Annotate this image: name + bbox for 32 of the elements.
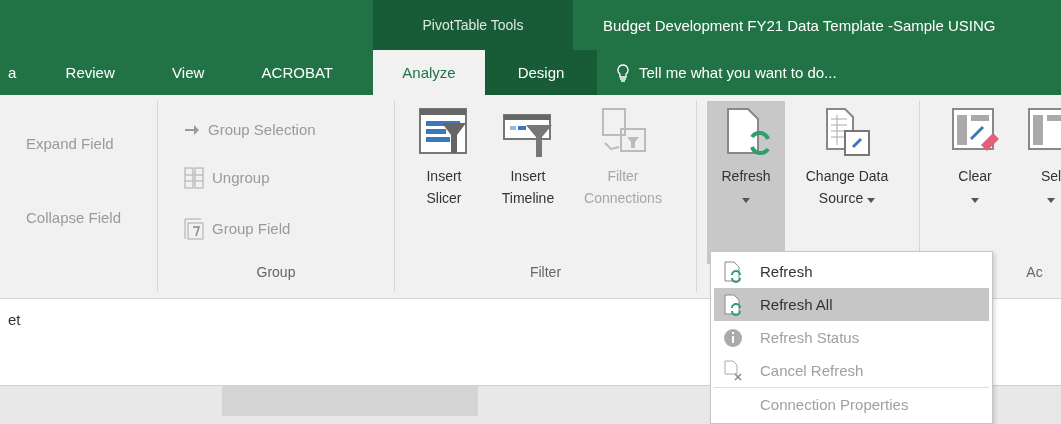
menu-item-label: Cancel Refresh bbox=[760, 362, 864, 379]
group-field-icon bbox=[184, 217, 204, 240]
group-label: Filter bbox=[529, 264, 562, 280]
ribbon-tab[interactable]: ACROBAT bbox=[241, 50, 353, 95]
refresh-icon bbox=[723, 260, 743, 283]
menu-item-label: Connection Properties bbox=[760, 396, 909, 413]
menu-item-label: Refresh bbox=[760, 263, 813, 280]
ribbon-tab[interactable]: Analyze bbox=[373, 50, 485, 95]
ribbon-button[interactable]: Insert Timeline bbox=[489, 101, 567, 264]
context-label: PivotTable Tools bbox=[373, 0, 573, 50]
ribbon-tab[interactable]: Design bbox=[485, 50, 597, 95]
formula-text: et bbox=[8, 311, 21, 328]
ribbon-tab[interactable]: View bbox=[152, 50, 225, 95]
ribbon-button[interactable]: Refresh bbox=[707, 101, 785, 264]
group-label: Group bbox=[256, 264, 296, 280]
ribbon-button[interactable]: Insert Slicer bbox=[405, 101, 483, 264]
cancel-refresh-icon bbox=[723, 359, 743, 382]
menu-item-label: Refresh Status bbox=[760, 329, 860, 346]
ribbon-tab[interactable]: Review bbox=[45, 50, 135, 95]
ungroup-icon bbox=[184, 167, 204, 189]
lightbulb-icon bbox=[617, 63, 629, 82]
info-icon bbox=[723, 327, 743, 348]
menu-item-label: Refresh All bbox=[760, 296, 833, 313]
tell-me-field[interactable]: Tell me what you want to do... bbox=[637, 63, 941, 82]
group-label: Ac bbox=[1026, 264, 1043, 280]
refresh-all-icon bbox=[723, 293, 743, 316]
arrow-icon bbox=[184, 122, 200, 137]
menu-item[interactable]: Refresh All bbox=[714, 288, 989, 321]
window-title: Budget Development FY21 Data Template -Sample USING bbox=[602, 15, 996, 36]
ribbon-tab[interactable]: a bbox=[0, 50, 29, 95]
ribbon-button[interactable]: Sel bbox=[1026, 101, 1061, 264]
sheet-tab[interactable] bbox=[222, 386, 478, 416]
